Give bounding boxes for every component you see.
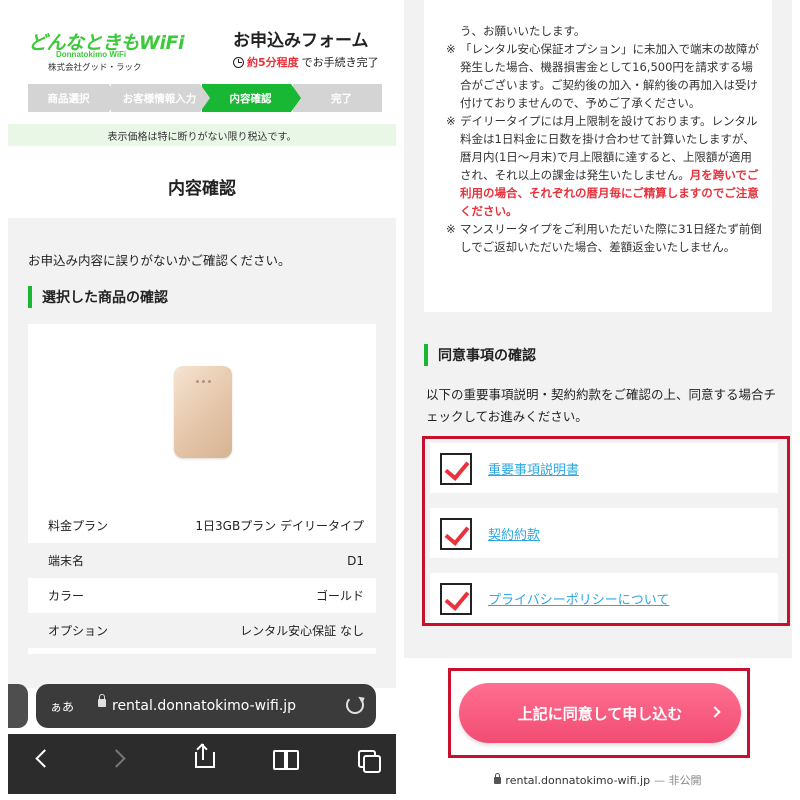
section-title-product: 選択した商品の確認 [28,286,168,308]
terms-line: う、お願いいたします。 [460,24,586,38]
table-row: 端末名 D1 [28,543,376,578]
terms-note-text: マンスリータイプをご利用いただいた際に31日経たず前倒しでご返却いただいた場合、… [460,222,762,254]
step-complete: 完了 [293,84,382,112]
terms-note: ※ デイリータイプには月上限制を設けております。レンタル料金は1日料金に日数を掛… [446,112,762,220]
checkbox-checked[interactable] [440,518,472,550]
spec-value: D1 [347,553,364,568]
table-row: オプション レンタル安心保証 なし [28,613,376,648]
previous-tab-bar[interactable] [8,684,28,728]
spec-value: ゴールド [315,589,364,603]
link-contract-terms[interactable]: 契約約款 [488,524,540,543]
tabs-icon[interactable] [354,744,384,774]
chevron-right-icon [709,706,721,718]
checkbox-checked[interactable] [440,583,472,615]
table-row: カラー ゴールド [28,578,376,613]
form-time-accent: 約5分程度 [247,56,299,69]
right-screenshot: う、お願いいたします。 ※ 「レンタル安心保証オプション」に未加入で端末の故障が… [404,0,792,800]
lock-icon [98,694,106,707]
submit-label: 上記に同意して申し込む [517,704,683,723]
lock-icon [494,772,502,784]
share-icon[interactable] [188,743,218,774]
browser-toolbar [8,734,396,794]
agreement-checklist: 重要事項説明書 契約約款 プライバシーポリシーについて [422,436,790,626]
form-time-note: 約5分程度 でお手続き完了 [233,54,379,70]
agreement-description: 以下の重要事項説明・契約約款をご確認の上、同意する場合チェックしてお進みください… [426,387,777,424]
agreement-item-privacy-policy[interactable]: プライバシーポリシーについて [430,573,778,623]
agreement-item-contract-terms[interactable]: 契約約款 [430,508,778,558]
submit-highlight: 上記に同意して申し込む [448,668,750,758]
terms-note: ※ 「レンタル安心保証オプション」に未加入で端末の故障が発生した場合、機器損害金… [446,40,762,112]
progress-steps: 商品選択 お客様情報入力 内容確認 完了 [28,84,384,112]
footer-url-bar[interactable]: rental.donnatokimo-wifi.jp — 非公開 [404,772,792,788]
forward-icon[interactable] [106,744,136,774]
left-screenshot: どんなときもWiFi Donnatokimo WiFi 株式会社グッド・ラック … [8,0,396,800]
brand-logo-sub: Donnatokimo WiFi [56,50,127,59]
terms-notes: う、お願いいたします。 ※ 「レンタル安心保証オプション」に未加入で端末の故障が… [424,0,772,312]
page-title: 内容確認 [168,179,236,199]
tax-notice: 表示価格は特に断りがない限り税込です。 [8,124,396,146]
check-message: お申込み内容に誤りがないかご確認ください。 [28,253,291,268]
link-privacy-policy[interactable]: プライバシーポリシーについて [488,589,669,608]
terms-note: ※ マンスリータイプをご利用いただいた際に31日経たず前倒しでご返却いただいた場… [446,222,762,254]
address-bar[interactable]: ぁあ rental.donnatokimo-wifi.jp [36,684,376,728]
spec-table: 料金プラン 1日3GBプラン デイリータイプ 端末名 D1 カラー ゴールド オ… [28,508,376,648]
table-row: 料金プラン 1日3GBプラン デイリータイプ [28,508,376,543]
section-title-agreement: 同意事項の確認 [424,344,536,366]
spec-label: 料金プラン [48,519,109,533]
terms-note-text: デイリータイプには月上限制を設けております。レンタル料金は1日料金に日数を掛け合… [460,114,759,218]
step-product-select: 商品選択 [28,84,119,112]
footer-url: rental.donnatokimo-wifi.jp [505,773,651,787]
step-customer-info: お客様情報入力 [111,84,210,112]
clock-icon [233,56,244,68]
checkbox-checked[interactable] [440,453,472,485]
company-name: 株式会社グッド・ラック [48,63,142,73]
spec-label: オプション [48,624,109,638]
spec-value: 1日3GBプラン デイリータイプ [195,519,364,533]
bookmarks-icon[interactable] [270,744,300,774]
submit-button[interactable]: 上記に同意して申し込む [459,683,741,743]
device-image [174,366,232,458]
site-header: どんなときもWiFi Donnatokimo WiFi 株式会社グッド・ラック … [8,0,396,82]
link-important-matters[interactable]: 重要事項説明書 [488,459,579,478]
form-time-suffix: でお手続き完了 [301,56,379,69]
back-icon[interactable] [28,744,58,774]
form-title: お申込みフォーム [233,31,369,51]
url-text[interactable]: rental.donnatokimo-wifi.jp [112,698,296,714]
terms-note-text: 「レンタル安心保証オプション」に未加入で端末の故障が発生した場合、機器損害金とし… [460,42,759,110]
agreement-item-important-matters[interactable]: 重要事項説明書 [430,443,778,493]
private-label: — 非公開 [654,774,702,787]
page-settings-button[interactable]: ぁあ [50,698,74,715]
spec-value: レンタル安心保証 なし [240,624,364,638]
spec-label: 端末名 [48,554,85,568]
step-confirm: 内容確認 [202,84,301,112]
reload-icon[interactable] [346,696,364,714]
spec-label: カラー [48,589,85,603]
